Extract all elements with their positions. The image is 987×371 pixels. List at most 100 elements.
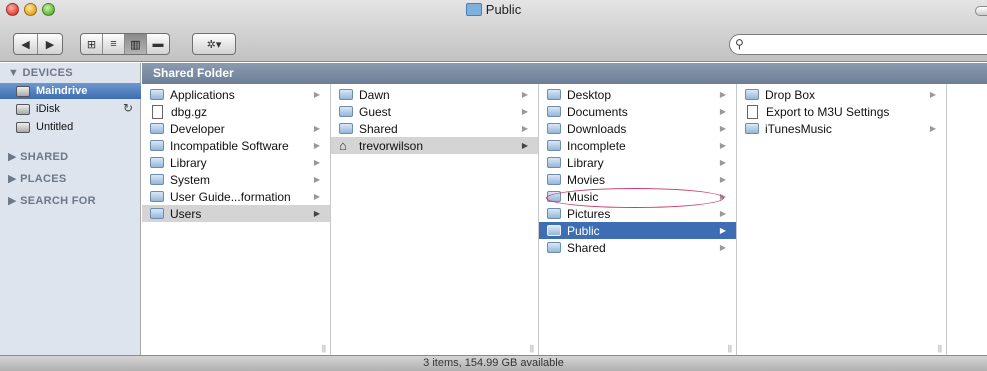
sidebar-item-label: iDisk bbox=[36, 103, 60, 115]
sidebar-header-search-for[interactable]: ▶ SEARCH FOR bbox=[8, 194, 96, 207]
folder-icon bbox=[150, 157, 164, 168]
icon-view-button[interactable]: ⊞ bbox=[81, 34, 103, 54]
list-item[interactable]: Guest ▶ bbox=[331, 103, 538, 120]
sync-icon[interactable]: ↻ bbox=[123, 101, 133, 115]
view-buttons: ⊞ ≡ ▥ ▬ bbox=[80, 33, 170, 55]
list-item-label: Incompatible Software bbox=[170, 138, 289, 153]
list-view-button[interactable]: ≡ bbox=[103, 34, 125, 54]
list-item[interactable]: Drop Box ▶ bbox=[737, 86, 946, 103]
list-item-label: Developer bbox=[170, 121, 225, 136]
title-bar: Public ◀ ▶ ⊞ ≡ ▥ ▬ ✲▾ ⚲ bbox=[0, 0, 987, 62]
sidebar-header-places[interactable]: ▶ PLACES bbox=[8, 172, 67, 185]
back-button[interactable]: ◀ bbox=[14, 34, 38, 54]
action-menu-button[interactable]: ✲▾ bbox=[193, 34, 235, 54]
search-field[interactable]: ⚲ bbox=[729, 34, 987, 55]
folder-icon bbox=[150, 191, 164, 202]
idisk-icon bbox=[16, 103, 30, 115]
list-item[interactable]: Desktop ▶ bbox=[539, 86, 736, 103]
folder-icon bbox=[547, 123, 561, 134]
list-item[interactable]: Users ▶ bbox=[142, 205, 330, 222]
list-item[interactable]: Public ▶ bbox=[539, 222, 736, 239]
folder-icon bbox=[339, 106, 353, 117]
list-item[interactable]: Incompatible Software ▶ bbox=[142, 137, 330, 154]
sidebar-header-shared[interactable]: ▶ SHARED bbox=[8, 150, 68, 163]
list-item[interactable]: Export to M3U Settings bbox=[737, 103, 946, 120]
toolbar-toggle-button[interactable] bbox=[975, 6, 987, 16]
document-icon bbox=[152, 104, 163, 119]
folder-icon bbox=[547, 208, 561, 219]
sidebar: ▼ DEVICES Maindrive iDisk ↻ Untitled ▶ S… bbox=[0, 63, 141, 355]
list-item-label: dbg.gz bbox=[171, 104, 208, 119]
list-item[interactable]: Downloads ▶ bbox=[539, 120, 736, 137]
list-item[interactable]: Incomplete ▶ bbox=[539, 137, 736, 154]
disclosure-arrow-icon: ▶ bbox=[313, 124, 320, 133]
list-item[interactable]: ⌂ trevorwilson ▶ bbox=[331, 137, 538, 154]
list-item-label: Drop Box bbox=[765, 87, 816, 102]
list-item-label: Library bbox=[567, 155, 604, 170]
list-item-label: Incomplete bbox=[567, 138, 626, 153]
list-item[interactable]: Library ▶ bbox=[142, 154, 330, 171]
sidebar-item-untitled[interactable]: Untitled bbox=[0, 119, 141, 135]
folder-icon bbox=[547, 157, 561, 168]
list-item[interactable]: Developer ▶ bbox=[142, 120, 330, 137]
list-item-label: Public bbox=[567, 223, 600, 238]
window-title-text: Public bbox=[485, 2, 522, 17]
list-item[interactable]: Documents ▶ bbox=[539, 103, 736, 120]
list-item-label: trevorwilson bbox=[359, 138, 424, 153]
column-view-icon: ▥ bbox=[130, 38, 141, 51]
folder-icon bbox=[547, 225, 561, 236]
sidebar-item-label: Untitled bbox=[36, 121, 74, 133]
folder-icon bbox=[339, 89, 353, 100]
list-item-label: Export to M3U Settings bbox=[766, 104, 890, 119]
list-item[interactable]: Shared ▶ bbox=[331, 120, 538, 137]
folder-icon bbox=[745, 123, 759, 134]
folder-icon bbox=[547, 89, 561, 100]
column-2: || Dawn ▶ Guest ▶ Shared ▶ ⌂ trevorwilson ▶ bbox=[331, 84, 539, 355]
disclosure-arrow-icon: ▶ bbox=[521, 90, 528, 99]
list-item-label: Desktop bbox=[567, 87, 612, 102]
column-4: || Drop Box ▶ Export to M3U Settings iTunes… bbox=[737, 84, 947, 355]
hard-drive-icon bbox=[16, 85, 30, 97]
column-resize-handle[interactable]: || bbox=[530, 344, 534, 353]
forward-button[interactable]: ▶ bbox=[38, 34, 62, 54]
sidebar-item-idisk[interactable]: iDisk ↻ bbox=[0, 101, 141, 117]
list-item[interactable]: Applications ▶ bbox=[142, 86, 330, 103]
column-view-button[interactable]: ▥ bbox=[125, 34, 147, 54]
list-item[interactable]: dbg.gz bbox=[142, 103, 330, 120]
list-item[interactable]: Dawn ▶ bbox=[331, 86, 538, 103]
folder-icon bbox=[547, 174, 561, 185]
list-item[interactable]: Movies ▶ bbox=[539, 171, 736, 188]
window-title: Public bbox=[0, 2, 987, 17]
finder-window: Public ◀ ▶ ⊞ ≡ ▥ ▬ ✲▾ ⚲ ▼ DEVICES Maindr… bbox=[0, 0, 987, 371]
forward-arrow-icon: ▶ bbox=[45, 38, 55, 51]
list-item[interactable]: Library ▶ bbox=[539, 154, 736, 171]
list-item-label: Guest bbox=[359, 104, 392, 119]
disclosure-arrow-icon: ▶ bbox=[313, 209, 320, 218]
back-arrow-icon: ◀ bbox=[21, 38, 30, 51]
list-item[interactable]: Shared ▶ bbox=[539, 239, 736, 256]
cover-flow-button[interactable]: ▬ bbox=[147, 34, 169, 54]
column-resize-handle[interactable]: || bbox=[728, 344, 732, 353]
list-item-label: User Guide...formation bbox=[170, 189, 291, 204]
search-icon: ⚲ bbox=[735, 37, 744, 51]
list-item-label: Pictures bbox=[567, 206, 611, 221]
list-item-label: Downloads bbox=[567, 121, 627, 136]
sidebar-header-devices[interactable]: ▼ DEVICES bbox=[8, 67, 73, 79]
shared-folder-header: Shared Folder bbox=[142, 63, 987, 84]
column-resize-handle[interactable]: || bbox=[322, 344, 326, 353]
disclosure-arrow-icon: ▶ bbox=[929, 124, 936, 133]
list-item[interactable]: User Guide...formation ▶ bbox=[142, 188, 330, 205]
folder-icon bbox=[150, 140, 164, 151]
column-resize-handle[interactable]: || bbox=[938, 344, 942, 353]
list-item-label: Shared bbox=[359, 121, 398, 136]
home-icon: ⌂ bbox=[339, 138, 347, 153]
disclosure-arrow-icon: ▶ bbox=[719, 141, 726, 150]
folder-icon bbox=[150, 123, 164, 134]
disclosure-arrow-icon: ▶ bbox=[719, 175, 726, 184]
sidebar-item-maindrive[interactable]: Maindrive bbox=[0, 83, 141, 99]
list-item[interactable]: System ▶ bbox=[142, 171, 330, 188]
list-item[interactable]: iTunesMusic ▶ bbox=[737, 120, 946, 137]
navigation-buttons: ◀ ▶ bbox=[13, 33, 63, 55]
list-item-label: Shared bbox=[567, 240, 606, 255]
disclosure-arrow-icon: ▶ bbox=[521, 124, 528, 133]
